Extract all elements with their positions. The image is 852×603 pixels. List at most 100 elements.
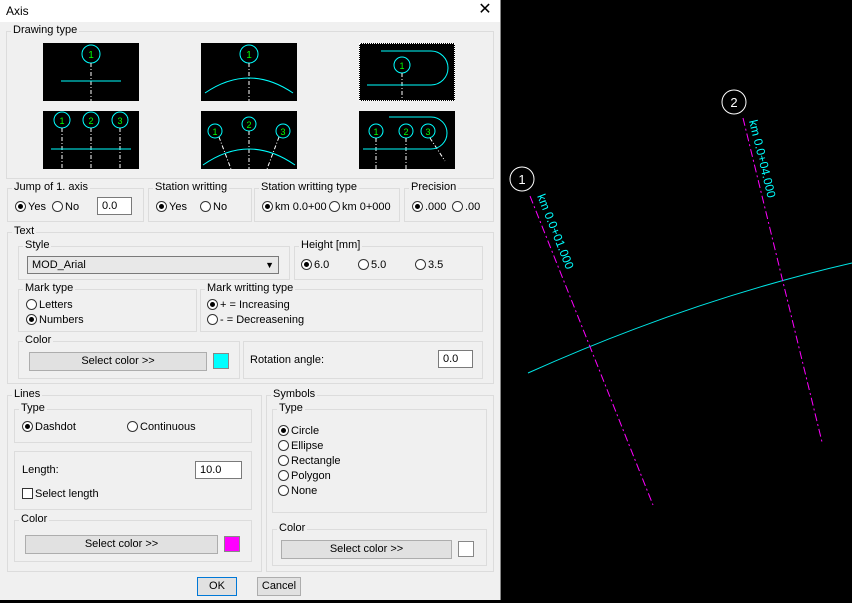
drawing-type-option-curve-multi[interactable]: 1 2 3 [201,111,297,169]
symbol-polygon-radio[interactable]: Polygon [278,470,331,482]
radio-selected-icon [207,299,218,310]
mark-type-label: Mark type [23,282,76,294]
height-3-5-label: 3.5 [428,259,444,271]
height-3-5-radio[interactable]: 3.5 [415,259,443,271]
station-writting-no-radio[interactable]: No [200,201,227,213]
height-5-label: 5.0 [371,259,387,271]
axis-2-number: 2 [730,95,737,110]
select-length-label: Select length [35,488,99,500]
radio-selected-icon [278,425,289,436]
style-select-value: MOD_Arial [32,259,86,271]
text-color-swatch [213,353,229,369]
jump-input[interactable]: 0.0 [97,197,132,215]
symbol-ellipse-radio[interactable]: Ellipse [278,440,323,452]
radio-icon [358,259,369,270]
svg-text:2: 2 [246,120,251,130]
symbol-rectangle-radio[interactable]: Rectangle [278,455,341,467]
dashdot-radio[interactable]: Dashdot [22,421,76,433]
height-6-radio[interactable]: 6.0 [301,259,329,271]
rotation-label: Rotation angle: [250,354,324,366]
symbol-ellipse-label: Ellipse [291,440,324,452]
text-group-label: Text [12,225,37,237]
station-writting-label: Station writting [153,181,230,193]
text-select-color-button[interactable]: Select color >> [29,352,207,371]
close-button[interactable]: ✕ [474,0,496,20]
height-label: Height [mm] [299,239,363,251]
jump-no-radio[interactable]: No [52,201,79,213]
dashdot-label: Dashdot [35,421,76,433]
jump-yes-radio[interactable]: Yes [15,201,46,213]
radio-icon [278,455,289,466]
radio-selected-icon [301,259,312,270]
svg-text:1: 1 [246,50,252,61]
jump-yes-label: Yes [28,201,46,213]
style-label: Style [23,239,52,251]
radio-selected-icon [412,201,423,212]
drawing-type-option-loop-single[interactable]: 1 [359,43,455,101]
precision-opt1-label: .000 [425,201,447,213]
station-type-label: Station writting type [259,181,359,193]
precision-opt1-radio[interactable]: .000 [412,201,446,213]
checkbox-icon [22,488,33,499]
axis-1-number: 1 [518,172,525,187]
ok-button[interactable]: OK [197,577,237,596]
radio-icon [52,201,63,212]
line-color-label: Color [19,513,50,525]
symbol-circle-radio[interactable]: Circle [278,425,319,437]
axis-dialog: Axis ✕ Drawing type 1 1 1 1 2 3 1 2 3 1 … [0,0,501,600]
drawing-type-option-curve-single[interactable]: 1 [201,43,297,101]
radio-icon [329,201,340,212]
drawing-type-option-straight-single[interactable]: 1 [43,43,139,101]
select-length-checkbox[interactable]: Select length [22,488,99,500]
height-5-radio[interactable]: 5.0 [358,259,386,271]
symbol-select-color-button[interactable]: Select color >> [281,540,452,559]
text-color-label: Color [23,334,54,346]
radio-icon [452,201,463,212]
drawing-preview: 1 2 km 0.0+01.000 km 0.0+04.000 [501,0,852,600]
line-type-label: Type [19,402,47,414]
preview-canvas: 1 2 km 0.0+01.000 km 0.0+04.000 [509,89,852,506]
symbol-type-label: Type [277,402,305,414]
svg-text:3: 3 [280,127,285,137]
symbol-color-label: Color [277,522,308,534]
svg-text:3: 3 [117,116,122,126]
radio-selected-icon [156,201,167,212]
increasing-radio[interactable]: + = Increasing [207,299,290,311]
station-type-opt2-radio[interactable]: km 0+000 [329,201,391,213]
symbol-polygon-label: Polygon [291,470,331,482]
station-type-opt1-radio[interactable]: km 0.0+00 [262,201,327,213]
drawing-type-option-loop-multi[interactable]: 1 2 3 [359,111,455,169]
svg-text:1: 1 [373,127,378,137]
jump-no-label: No [65,201,80,213]
radio-icon [200,201,211,212]
mark-letters-label: Letters [39,299,73,311]
radio-icon [415,259,426,270]
radio-icon [207,314,218,325]
continuous-label: Continuous [140,421,196,433]
mark-numbers-radio[interactable]: Numbers [26,314,84,326]
mark-writting-label: Mark writting type [205,282,296,294]
precision-opt2-label: .00 [465,201,481,213]
station-writting-yes-radio[interactable]: Yes [156,201,187,213]
radio-selected-icon [262,201,273,212]
mark-letters-radio[interactable]: Letters [26,299,73,311]
decreasing-radio[interactable]: - = Decreasening [207,314,304,326]
radio-icon [26,299,37,310]
length-input[interactable]: 10.0 [195,461,242,479]
mark-numbers-label: Numbers [39,314,84,326]
continuous-radio[interactable]: Continuous [127,421,196,433]
rotation-input[interactable]: 0.0 [438,350,473,368]
symbol-none-label: None [291,485,318,497]
station-type-opt1-label: km 0.0+00 [275,201,327,213]
line-select-color-button[interactable]: Select color >> [25,535,218,554]
symbol-none-radio[interactable]: None [278,485,317,497]
drawing-type-option-straight-multi[interactable]: 1 2 3 [43,111,139,169]
svg-text:2: 2 [88,116,93,126]
svg-text:1: 1 [399,61,404,71]
svg-text:1: 1 [212,127,217,137]
radio-selected-icon [15,201,26,212]
cancel-button[interactable]: Cancel [257,577,301,596]
precision-opt2-radio[interactable]: .00 [452,201,480,213]
style-select[interactable]: MOD_Arial ▼ [27,256,279,274]
line-color-swatch [224,536,240,552]
